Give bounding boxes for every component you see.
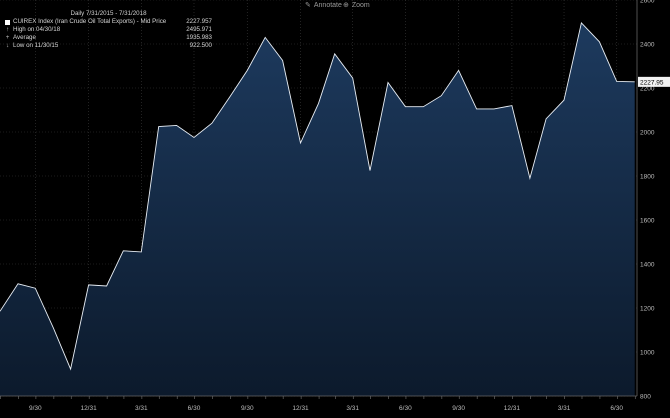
data-point[interactable] — [334, 53, 336, 55]
x-tick-label: 12/31 — [504, 405, 521, 412]
legend-high-row: ↑ High on 04/30/18 2495.971 — [5, 26, 212, 34]
legend-series-label: CUIREX Index (Iran Crude Oil Total Expor… — [13, 18, 167, 25]
y-tick-label: 800 — [640, 394, 651, 401]
data-point[interactable] — [87, 284, 89, 286]
chart-legend: Daily 7/31/2015 - 7/31/2018 CUIREX Index… — [5, 10, 212, 50]
x-tick-label: 9/30 — [241, 405, 254, 412]
legend-low-value: 922.500 — [189, 42, 212, 49]
legend-average-value: 1935.983 — [186, 34, 212, 41]
x-tick-label: 9/30 — [452, 405, 465, 412]
data-point[interactable] — [69, 368, 71, 370]
annotate-label: Annotate — [313, 1, 342, 9]
y-tick-label: 2400 — [640, 42, 655, 49]
x-tick-label: 3/31 — [346, 405, 359, 412]
data-point[interactable] — [616, 80, 618, 82]
price-area-series — [0, 21, 635, 397]
high-marker-icon: ↑ — [5, 26, 10, 33]
y-tick-label: 1200 — [640, 306, 655, 313]
low-marker-icon: ↓ — [5, 42, 10, 49]
zoom-label: Zoom — [351, 1, 370, 9]
data-point[interactable] — [175, 124, 177, 126]
data-point[interactable] — [193, 136, 195, 138]
data-point[interactable] — [580, 22, 582, 24]
data-point[interactable] — [52, 327, 54, 329]
legend-low-label: Low on 11/30/15 — [13, 42, 59, 49]
data-point[interactable] — [299, 142, 301, 144]
data-point[interactable] — [140, 251, 142, 253]
data-point[interactable] — [122, 250, 124, 252]
x-tick-label: 12/31 — [80, 405, 97, 412]
average-marker-icon: + — [5, 34, 10, 41]
zoom-icon: ⊕ — [343, 2, 349, 9]
data-point[interactable] — [475, 108, 477, 110]
data-point[interactable] — [422, 106, 424, 108]
data-point[interactable] — [264, 36, 266, 38]
x-tick-label: 6/30 — [399, 405, 412, 412]
data-point[interactable] — [404, 106, 406, 108]
legend-period: Daily 7/31/2015 - 7/31/2018 — [70, 10, 147, 17]
data-point[interactable] — [281, 59, 283, 61]
data-point[interactable] — [105, 285, 107, 287]
data-point[interactable] — [440, 95, 442, 97]
data-point[interactable] — [246, 69, 248, 71]
data-point[interactable] — [369, 169, 371, 171]
data-point[interactable] — [229, 96, 231, 98]
y-tick-label: 2600 — [640, 0, 655, 5]
data-point[interactable] — [211, 122, 213, 124]
x-tick-label: 12/31 — [292, 405, 309, 412]
data-point[interactable] — [157, 125, 159, 127]
data-point[interactable] — [34, 287, 36, 289]
legend-series-value: 2227.957 — [186, 18, 212, 25]
series-area-fill — [0, 22, 635, 397]
data-point[interactable] — [529, 177, 531, 179]
x-tick-label: 3/31 — [135, 405, 148, 412]
series-swatch-icon — [5, 19, 10, 25]
legend-average-label: Average — [13, 34, 36, 41]
data-point[interactable] — [387, 81, 389, 83]
y-tick-label: 1600 — [640, 218, 655, 225]
y-tick-label: 1800 — [640, 174, 655, 181]
legend-average-row: + Average 1935.983 — [5, 34, 212, 42]
data-point[interactable] — [598, 41, 600, 43]
x-tick-label: 9/30 — [29, 405, 42, 412]
zoom-button[interactable]: ⊕ Zoom — [343, 0, 370, 10]
y-tick-label: 2000 — [640, 130, 655, 137]
chart-area[interactable]: 8001000120014001600180020002200240026009… — [0, 0, 670, 418]
x-tick-label: 6/30 — [610, 405, 623, 412]
legend-high-value: 2495.971 — [186, 26, 212, 33]
x-tick-label: 6/30 — [188, 405, 201, 412]
pencil-icon: ✎ — [305, 2, 311, 9]
last-price-tag-label: 2227.95 — [640, 79, 664, 86]
data-point[interactable] — [317, 102, 319, 104]
legend-low-row: ↓ Low on 11/30/15 922.500 — [5, 42, 212, 50]
data-point[interactable] — [17, 283, 19, 285]
data-point[interactable] — [563, 99, 565, 101]
data-point[interactable] — [633, 81, 635, 83]
legend-series-row[interactable]: CUIREX Index (Iran Crude Oil Total Expor… — [5, 18, 212, 26]
y-tick-label: 1400 — [640, 262, 655, 269]
data-point[interactable] — [351, 77, 353, 79]
data-point[interactable] — [545, 118, 547, 120]
data-point[interactable] — [511, 104, 513, 106]
legend-high-label: High on 04/30/18 — [13, 26, 61, 33]
data-point[interactable] — [457, 69, 459, 71]
x-tick-label: 3/31 — [558, 405, 571, 412]
y-tick-label: 1000 — [640, 350, 655, 357]
data-point[interactable] — [493, 108, 495, 110]
annotate-button[interactable]: ✎ Annotate — [305, 0, 342, 10]
